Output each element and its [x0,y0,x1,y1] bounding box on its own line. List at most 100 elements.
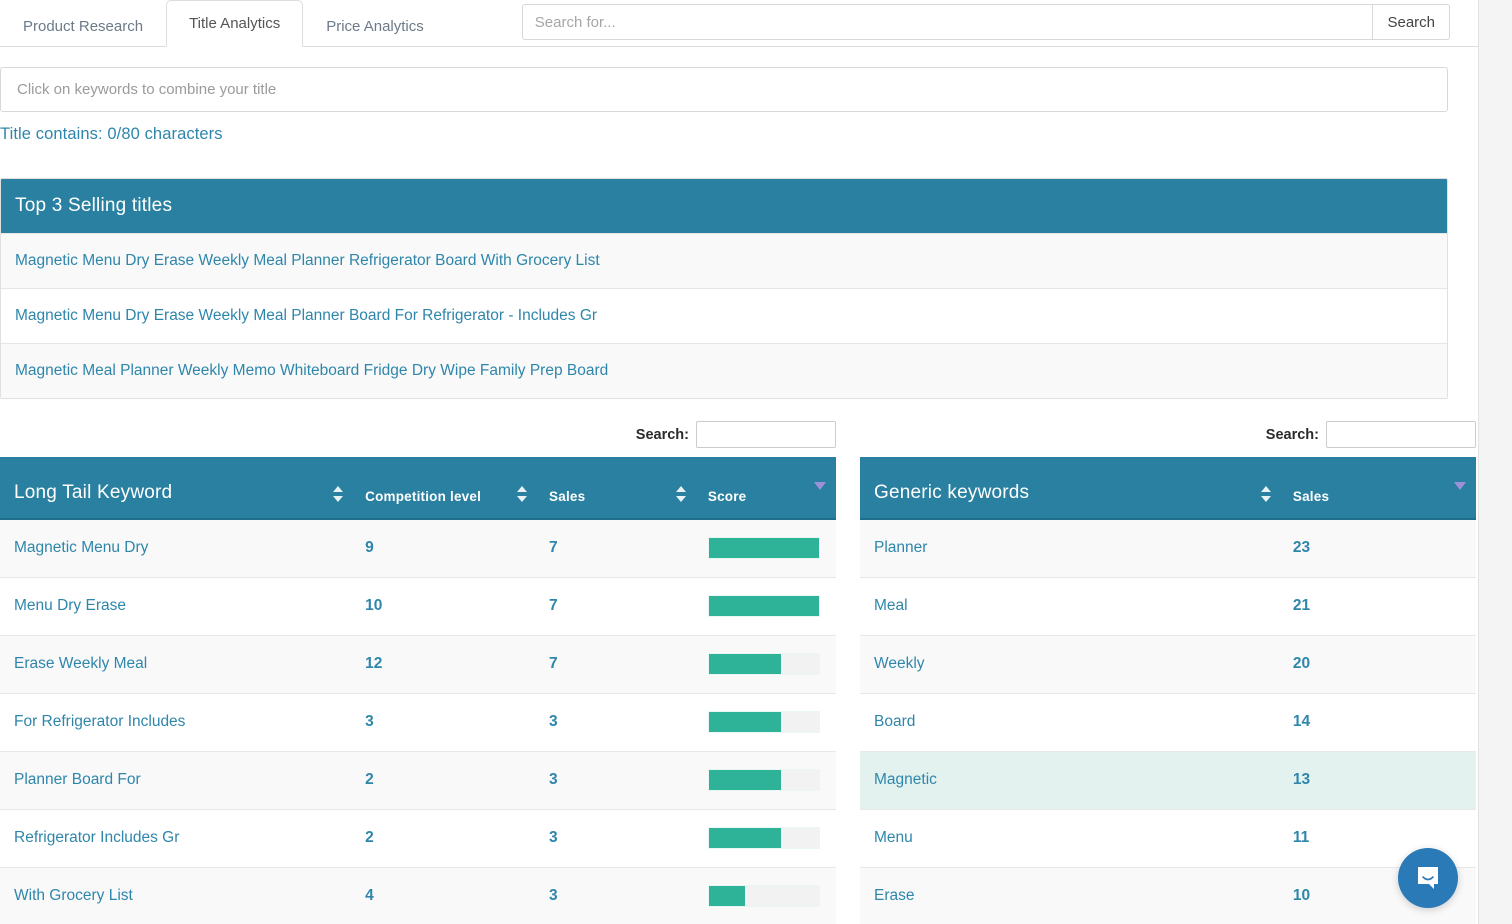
generic-table-body: Planner23Meal21Weekly20Board14Magnetic13… [860,519,1476,924]
top-title-row[interactable]: Magnetic Meal Planner Weekly Memo Whiteb… [1,343,1447,398]
table-row[interactable]: Magnetic13 [860,751,1476,809]
table-row[interactable]: Menu11 [860,809,1476,867]
long-tail-header-row: Long Tail Keyword Competition level Sale… [0,457,836,519]
generic-keyword-cell[interactable]: Meal [860,577,1279,635]
generic-keyword-cell[interactable]: Board [860,693,1279,751]
long-tail-keyword-cell[interactable]: For Refrigerator Includes [0,693,351,751]
tab-list: Product Research Title Analytics Price A… [0,0,447,46]
table-row[interactable]: For Refrigerator Includes33 [0,693,836,751]
table-row[interactable]: Erase10 [860,867,1476,924]
long-tail-keyword-cell[interactable]: Menu Dry Erase [0,577,351,635]
long-tail-search-input[interactable] [696,421,836,448]
table-row[interactable]: Weekly20 [860,635,1476,693]
col-generic-keywords-label: Generic keywords [874,482,1029,503]
sort-descending-icon[interactable] [814,482,824,498]
col-generic-keywords[interactable]: Generic keywords [860,457,1279,519]
sort-both-icon[interactable] [517,486,527,502]
sort-descending-icon[interactable] [1454,482,1464,498]
col-sales-label: Sales [549,489,585,504]
sales-cell: 3 [535,867,694,924]
global-search-group: Search [522,4,1478,40]
competition-level-cell: 10 [351,577,535,635]
top-title-row[interactable]: Magnetic Menu Dry Erase Weekly Meal Plan… [1,233,1447,288]
score-cell [694,809,836,867]
generic-keyword-cell[interactable]: Planner [860,519,1279,577]
tab-title-analytics[interactable]: Title Analytics [166,0,303,47]
col-competition-level[interactable]: Competition level [351,457,535,519]
tab-price-analytics[interactable]: Price Analytics [303,6,447,46]
score-bar-fill [709,654,782,674]
table-row[interactable]: With Grocery List43 [0,867,836,924]
table-row[interactable]: Menu Dry Erase107 [0,577,836,635]
generic-header-row: Generic keywords Sales [860,457,1476,519]
generic-keyword-cell[interactable]: Menu [860,809,1279,867]
chat-launcher-button[interactable] [1398,848,1458,908]
long-tail-search-label: Search: [636,427,689,443]
competition-level-cell: 2 [351,751,535,809]
sort-both-icon[interactable] [1261,486,1271,502]
tab-product-research[interactable]: Product Research [0,6,166,46]
generic-search-label: Search: [1266,427,1319,443]
generic-table: Generic keywords Sales Planner23Meal21We… [860,457,1476,924]
search-button[interactable]: Search [1372,4,1450,40]
chat-bubble-icon [1414,864,1442,892]
generic-sales-cell: 20 [1279,635,1476,693]
score-cell [694,867,836,924]
col-long-tail-keyword[interactable]: Long Tail Keyword [0,457,351,519]
top-selling-titles-panel: Top 3 Selling titles Magnetic Menu Dry E… [0,178,1448,399]
long-tail-keyword-cell[interactable]: Planner Board For [0,751,351,809]
score-cell [694,693,836,751]
search-input[interactable] [522,4,1373,40]
title-combine-input[interactable] [0,67,1448,112]
generic-keyword-cell[interactable]: Erase [860,867,1279,924]
table-row[interactable]: Erase Weekly Meal127 [0,635,836,693]
generic-keyword-cell[interactable]: Weekly [860,635,1279,693]
keyword-tables: Search: Long Tail Keyword Competition le… [0,421,1478,924]
generic-sales-cell: 21 [1279,577,1476,635]
browser-gutter [1478,0,1512,924]
generic-search-input[interactable] [1326,421,1476,448]
table-row[interactable]: Refrigerator Includes Gr23 [0,809,836,867]
score-cell [694,751,836,809]
long-tail-keyword-cell[interactable]: Refrigerator Includes Gr [0,809,351,867]
score-bar-track [708,769,820,791]
sort-both-icon[interactable] [333,486,343,502]
generic-sales-cell: 13 [1279,751,1476,809]
generic-keyword-cell[interactable]: Magnetic [860,751,1279,809]
table-row[interactable]: Board14 [860,693,1476,751]
sales-cell: 3 [535,693,694,751]
table-row[interactable]: Planner Board For23 [0,751,836,809]
score-cell [694,635,836,693]
tab-bar: Product Research Title Analytics Price A… [0,0,1478,47]
long-tail-search-group: Search: [0,421,836,448]
score-cell [694,577,836,635]
title-char-count: Title contains: 0/80 characters [0,125,1450,144]
sales-cell: 7 [535,577,694,635]
score-bar-track [708,827,820,849]
top-selling-titles-header: Top 3 Selling titles [1,179,1447,233]
table-row[interactable]: Planner23 [860,519,1476,577]
table-row[interactable]: Meal21 [860,577,1476,635]
sort-both-icon[interactable] [676,486,686,502]
page-root: Product Research Title Analytics Price A… [0,0,1478,924]
generic-search-group: Search: [860,421,1476,448]
score-cell [694,519,836,577]
long-tail-keyword-cell[interactable]: Magnetic Menu Dry [0,519,351,577]
sales-cell: 7 [535,519,694,577]
col-generic-sales-label: Sales [1293,489,1329,504]
col-score[interactable]: Score [694,457,836,519]
top-title-row[interactable]: Magnetic Menu Dry Erase Weekly Meal Plan… [1,288,1447,343]
col-long-tail-keyword-label: Long Tail Keyword [14,482,172,503]
col-sales[interactable]: Sales [535,457,694,519]
col-score-label: Score [708,489,747,504]
long-tail-keyword-cell[interactable]: With Grocery List [0,867,351,924]
col-generic-sales[interactable]: Sales [1279,457,1476,519]
sales-cell: 3 [535,751,694,809]
sales-cell: 7 [535,635,694,693]
long-tail-keyword-cell[interactable]: Erase Weekly Meal [0,635,351,693]
long-tail-table-body: Magnetic Menu Dry97Menu Dry Erase107Eras… [0,519,836,924]
title-builder: Title contains: 0/80 characters [0,67,1450,144]
generic-sales-cell: 23 [1279,519,1476,577]
table-row[interactable]: Magnetic Menu Dry97 [0,519,836,577]
generic-table-block: Search: Generic keywords Sales [860,421,1476,924]
